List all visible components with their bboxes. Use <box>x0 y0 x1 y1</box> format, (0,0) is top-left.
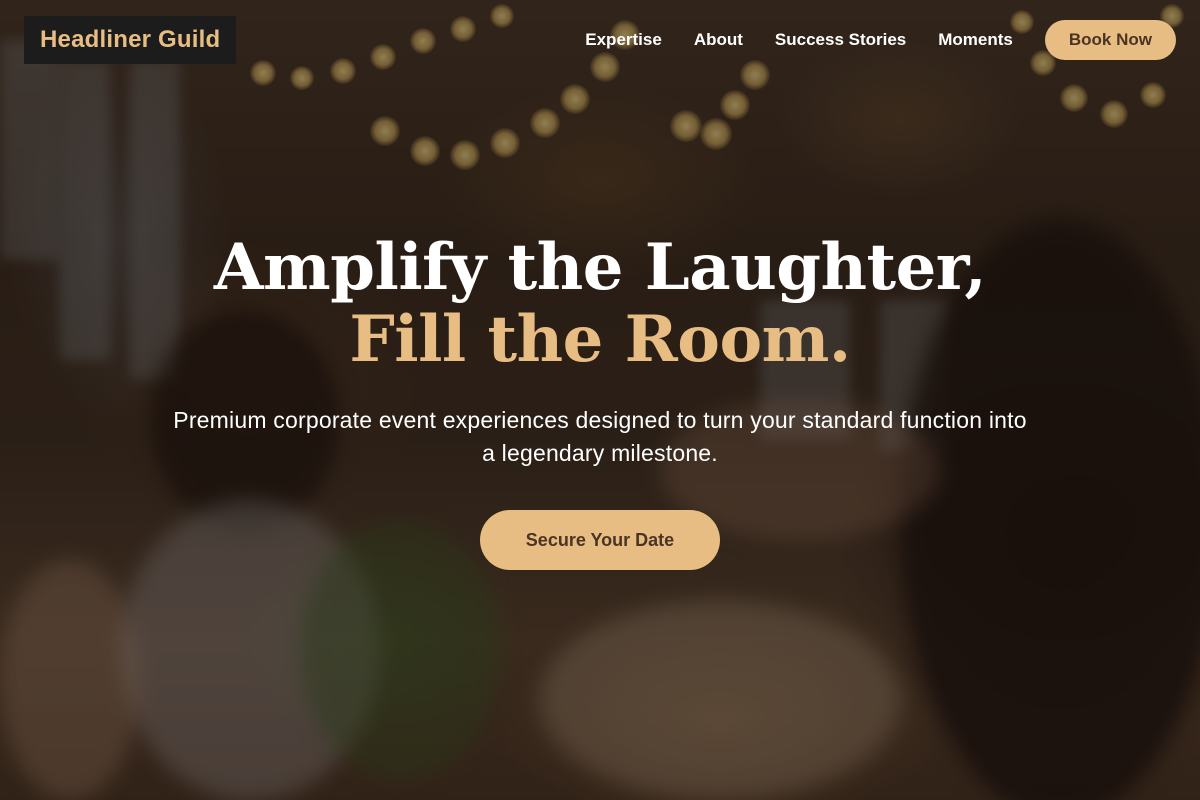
main-nav: Expertise About Success Stories Moments … <box>585 20 1176 60</box>
nav-link-moments[interactable]: Moments <box>938 30 1013 50</box>
headline-white-text: Amplify the Laughter, <box>213 230 987 305</box>
secure-your-date-button[interactable]: Secure Your Date <box>480 510 720 570</box>
hero-section: Amplify the Laughter, Fill the Room. Pre… <box>0 232 1200 570</box>
nav-link-success-stories[interactable]: Success Stories <box>775 30 906 50</box>
brand-logo[interactable]: Headliner Guild <box>24 16 237 64</box>
hero-subtitle: Premium corporate event experiences desi… <box>173 407 1027 466</box>
book-now-button[interactable]: Book Now <box>1044 20 1176 60</box>
headline-accent-text: Fill the Room. <box>349 302 851 377</box>
nav-link-expertise[interactable]: Expertise <box>585 30 662 50</box>
hero-headline: Amplify the Laughter, Fill the Room. <box>150 232 1050 376</box>
nav-link-about[interactable]: About <box>694 30 743 50</box>
landing-page: Headliner Guild Expertise About Success … <box>0 0 1200 800</box>
